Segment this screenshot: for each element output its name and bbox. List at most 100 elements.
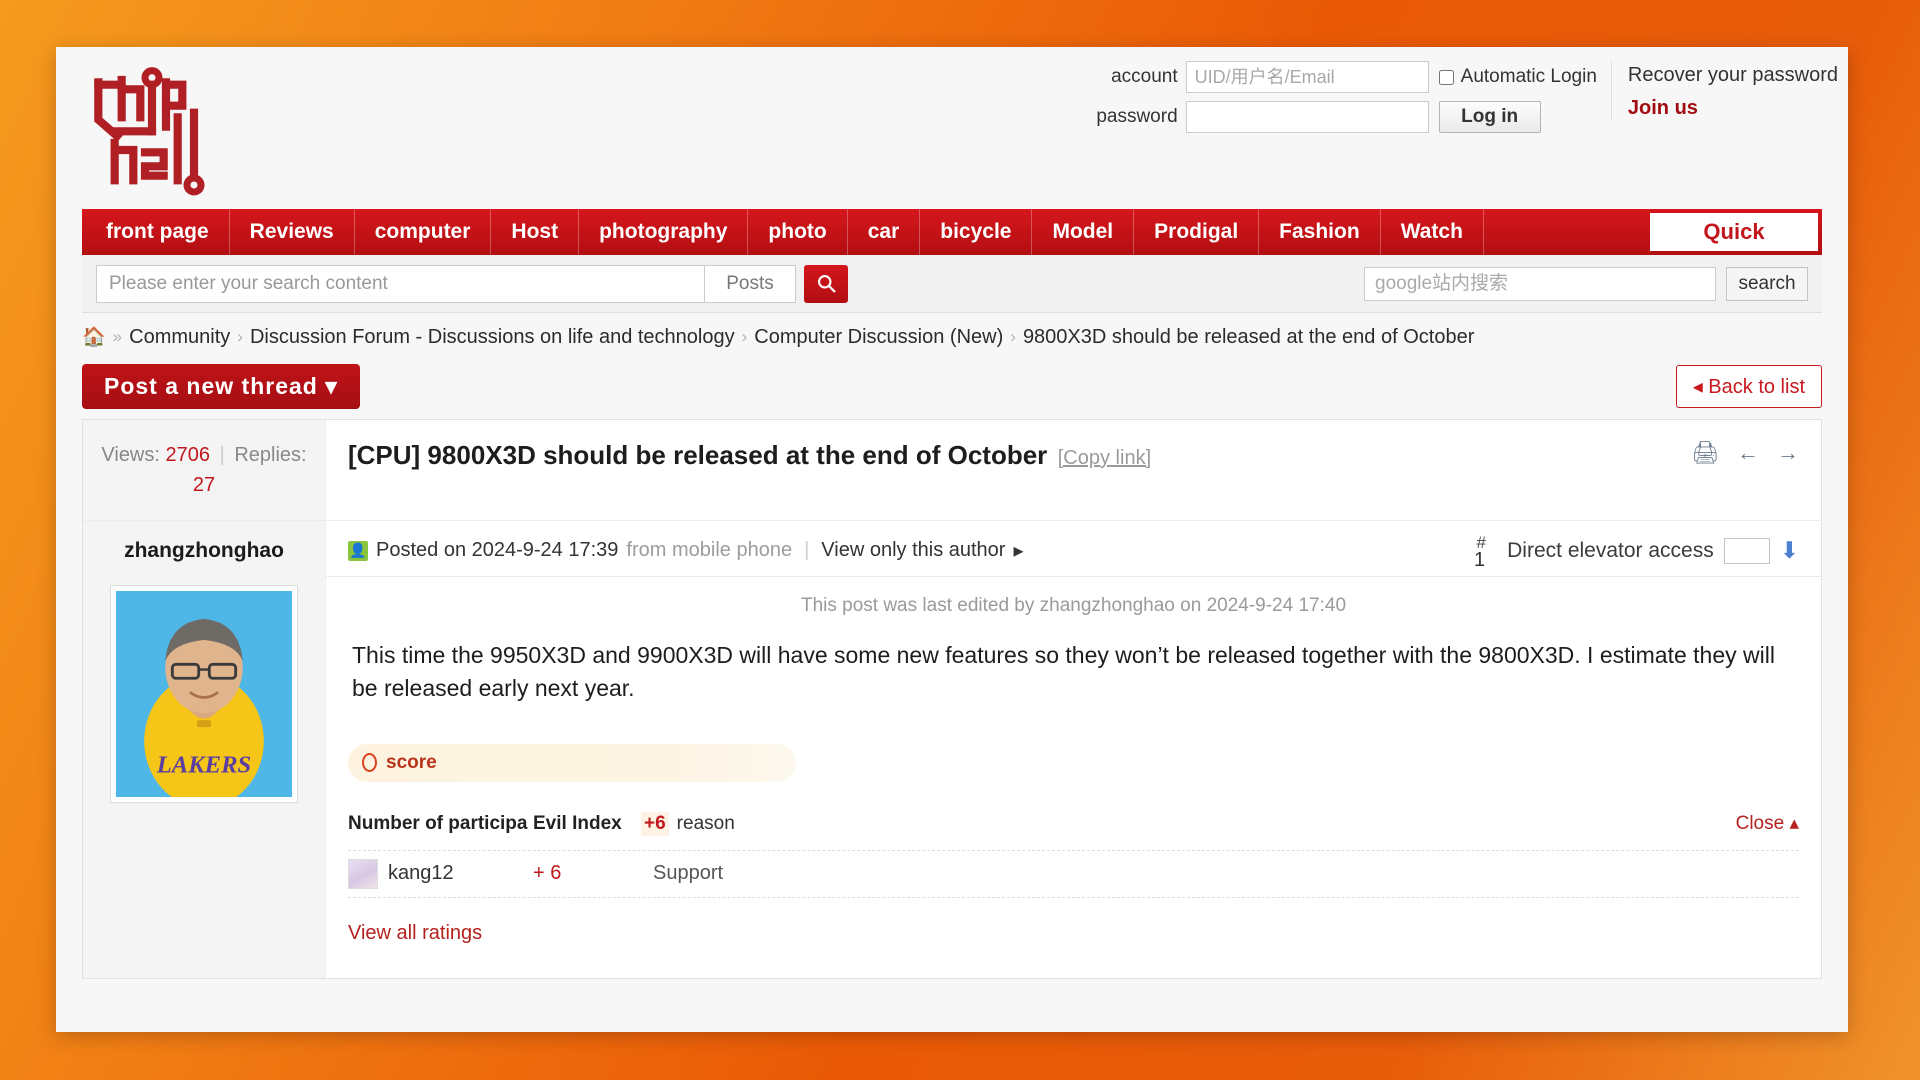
view-all-ratings-link[interactable]: View all ratings (348, 922, 482, 945)
nav-item-front-page[interactable]: front page (82, 209, 230, 255)
direct-elevator-input[interactable] (1723, 537, 1770, 564)
floor-number: #1 (1474, 533, 1498, 571)
post-meta: 👤 Posted on 2024-9-24 17:39 from mobile … (326, 521, 1821, 577)
page-title: [CPU] 9800X3D should be released at the … (348, 440, 1048, 470)
ratings-close-label: Close (1735, 812, 1785, 834)
meta-divider: | (804, 539, 810, 561)
site-header: account password Automatic Login Log in … (56, 47, 1848, 209)
last-edited-note: This post was last edited by zhangzhongh… (800, 595, 1347, 616)
google-search-button[interactable]: search (1726, 266, 1808, 301)
arrow-right-icon[interactable]: → (1777, 440, 1799, 466)
chevron-down-icon: ▾ (325, 372, 338, 399)
account-input[interactable] (1185, 61, 1429, 93)
nav-item-fashion[interactable]: Fashion (1259, 209, 1381, 255)
posted-on-label: Posted on 2024-9-24 17:39 (376, 539, 619, 561)
site-search-box: Posts (96, 264, 796, 303)
back-to-list-button[interactable]: ◂ Back to list (1675, 364, 1822, 408)
rating-user-avatar-icon (348, 858, 378, 889)
password-label: password (1096, 106, 1178, 127)
avatar[interactable]: LAKERS (110, 585, 298, 803)
thread-title-wrap: [CPU] 9800X3D should be released at the … (326, 420, 1821, 520)
ratings-reason-header: reason (676, 812, 735, 834)
rating-user-name: kang12 (388, 862, 454, 885)
thread-action-row: Post a new thread ▾ ◂ Back to list (82, 363, 1822, 409)
search-submit-button[interactable] (804, 264, 848, 303)
post-author-column: zhangzhonghao LAKERS (83, 521, 326, 978)
password-input[interactable] (1185, 101, 1429, 133)
nav-item-host[interactable]: Host (491, 209, 580, 255)
rating-user[interactable]: kang12 (348, 858, 533, 889)
chevron-up-icon: ▴ (1789, 812, 1799, 834)
arrow-left-icon[interactable]: ← (1737, 440, 1759, 466)
main-navigation: front page Reviews computer Host photogr… (82, 209, 1822, 255)
nav-item-bicycle[interactable]: bicycle (920, 209, 1033, 255)
search-scope-select[interactable]: Posts (704, 264, 796, 303)
chevron-right-icon[interactable]: ▸ (1013, 538, 1023, 563)
home-icon[interactable]: 🏠 (82, 325, 106, 349)
views-count: 2706 (165, 444, 211, 466)
breadcrumb-item-current-thread: 9800X3D should be released at the end of… (1022, 325, 1475, 348)
rating-reason: Support (653, 862, 724, 885)
thread-container: Views: 2706 | Replies: 27 [CPU] 9800X3D … (82, 419, 1822, 979)
quick-button[interactable]: Quick (1650, 213, 1818, 251)
post-new-thread-label: Post a new thread (104, 372, 318, 399)
thread-header: Views: 2706 | Replies: 27 [CPU] 9800X3D … (83, 420, 1821, 521)
post-source-label: from mobile phone (626, 539, 793, 561)
breadcrumb-item-computer-discussion[interactable]: Computer Discussion (New) (754, 326, 1003, 349)
automatic-login-checkbox[interactable]: Automatic Login (1438, 61, 1597, 93)
nav-item-photo[interactable]: photo (748, 209, 848, 255)
replies-count: 27 (192, 474, 216, 496)
google-search-box: search (1364, 266, 1808, 301)
search-bar: Posts search (82, 255, 1822, 313)
replies-label: Replies: (234, 444, 307, 466)
author-name[interactable]: zhangzhonghao (83, 539, 325, 563)
copy-link-button[interactable]: [Copy link] (1058, 447, 1151, 469)
counts-divider: | (219, 444, 225, 466)
breadcrumb-sep: » (112, 327, 123, 346)
post-body-text: This time the 9950X3D and 9900X3D will h… (352, 642, 1775, 702)
ratings-header: Number of participa Evil Index +6 reason… (348, 811, 1799, 850)
nav-item-computer[interactable]: computer (355, 209, 492, 255)
score-circle-icon (362, 753, 377, 773)
nav-item-prodigal[interactable]: Prodigal (1134, 209, 1260, 255)
chiphell-logo-icon[interactable] (82, 59, 222, 199)
breadcrumb-item-community[interactable]: Community (129, 326, 230, 349)
nav-items: front page Reviews computer Host photogr… (82, 209, 1484, 255)
log-in-button[interactable]: Log in (1438, 101, 1541, 133)
breadcrumb-sep: › (1010, 327, 1016, 346)
nav-item-car[interactable]: car (848, 209, 921, 255)
table-row: kang12 + 6 Support (348, 849, 1799, 898)
join-us-link[interactable]: Join us (1628, 97, 1838, 120)
ratings-section: Number of participa Evil Index +6 reason… (348, 811, 1799, 945)
user-avatar-icon: 👤 (348, 540, 368, 561)
google-search-input[interactable] (1364, 266, 1716, 301)
score-banner[interactable]: score (348, 743, 796, 782)
print-icon[interactable]: 🖨 (1691, 440, 1719, 466)
account-label: account (1111, 66, 1178, 87)
recover-password-link[interactable]: Recover your password (1628, 64, 1838, 87)
nav-item-model[interactable]: Model (1032, 209, 1135, 255)
arrow-down-icon[interactable]: ⬇ (1780, 537, 1799, 564)
automatic-login-input[interactable] (1438, 69, 1454, 85)
breadcrumb-item-discussion-forum[interactable]: Discussion Forum - Discussions on life a… (250, 326, 735, 349)
thread-header-icons: 🖨 ← → (1691, 440, 1799, 466)
thread-counts: Views: 2706 | Replies: 27 (83, 420, 326, 520)
back-to-list-label: Back to list (1708, 375, 1805, 398)
post-column: 👤 Posted on 2024-9-24 17:39 from mobile … (326, 521, 1821, 978)
ratings-participants-header: Number of participa (348, 812, 528, 834)
ratings-evil-index-header: Evil Index (533, 812, 622, 834)
nav-item-reviews[interactable]: Reviews (230, 209, 355, 255)
forum-page: account password Automatic Login Log in … (56, 47, 1848, 1032)
breadcrumb-sep: › (237, 327, 243, 346)
rating-score: + 6 (533, 862, 562, 885)
breadcrumb-sep: › (741, 327, 748, 346)
automatic-login-label: Automatic Login (1460, 66, 1597, 87)
nav-item-photography[interactable]: photography (579, 209, 749, 255)
post-new-thread-button[interactable]: Post a new thread ▾ (82, 363, 360, 409)
search-icon (817, 275, 836, 293)
search-input[interactable] (96, 264, 704, 303)
ratings-close-button[interactable]: Close ▴ (1736, 812, 1799, 835)
breadcrumb: 🏠 » Community › Discussion Forum - Discu… (82, 313, 1822, 355)
view-only-author-link[interactable]: View only this author (821, 539, 1005, 562)
nav-item-watch[interactable]: Watch (1381, 209, 1484, 255)
